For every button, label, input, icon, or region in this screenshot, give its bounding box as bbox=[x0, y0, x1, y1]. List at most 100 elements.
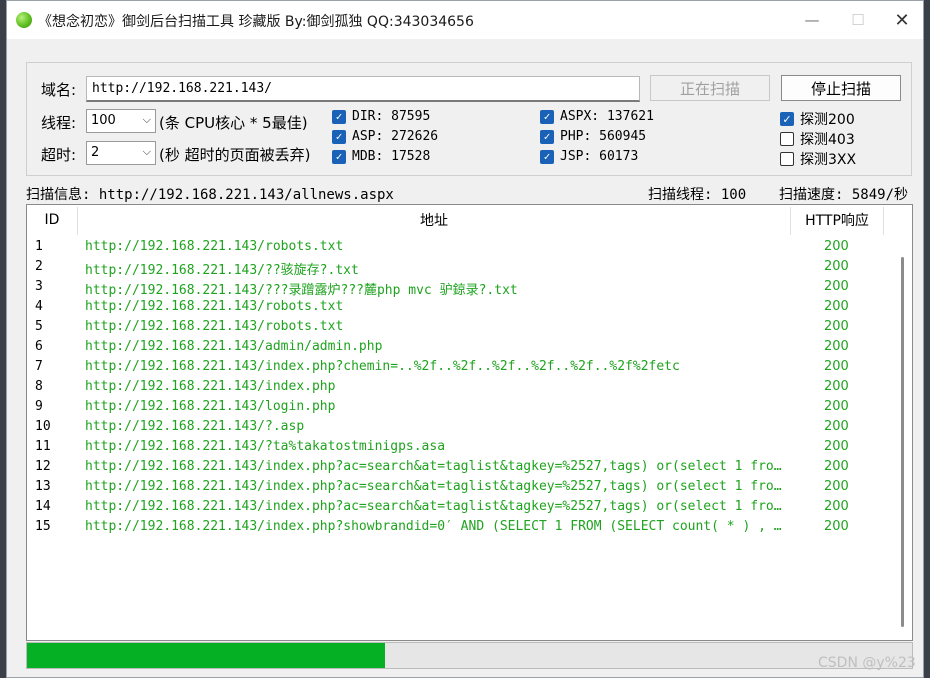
table-row[interactable]: 3 http://192.168.221.143/???录蹭露炉???麓php m… bbox=[27, 277, 897, 298]
row-id: 8 bbox=[35, 379, 43, 394]
threads-hint: (条 CPU核心 * 5最佳) bbox=[159, 114, 308, 132]
scan-button[interactable]: 正在扫描 bbox=[650, 75, 770, 101]
row-http-code: 200 bbox=[824, 359, 849, 374]
checkbox-icon: ✓ bbox=[540, 149, 554, 164]
stop-scan-button[interactable]: 停止扫描 bbox=[781, 75, 901, 101]
maximize-button[interactable]: ☐ bbox=[835, 1, 881, 39]
checkbox-icon: ✓ bbox=[332, 109, 346, 124]
dict-label: PHP: 560945 bbox=[560, 129, 647, 144]
row-http-code: 200 bbox=[824, 239, 849, 254]
chevron-down-icon: ⌵ bbox=[142, 113, 151, 126]
row-url: http://192.168.221.143/??骇旋存?.txt bbox=[85, 263, 359, 278]
scan-speed: 扫描速度: 5849/秒 bbox=[779, 187, 909, 203]
detect-checkbox-200[interactable]: ✓ 探测200 bbox=[780, 109, 855, 129]
dict-checkbox-mdb[interactable]: ✓ MDB: 17528 bbox=[332, 149, 430, 164]
row-id: 12 bbox=[35, 459, 51, 474]
row-http-code: 200 bbox=[824, 259, 849, 274]
detect-label: 探测3XX bbox=[800, 152, 857, 168]
row-url: http://192.168.221.143/index.php bbox=[85, 379, 336, 394]
table-row[interactable]: 1 http://192.168.221.143/robots.txt 200 bbox=[27, 237, 897, 257]
timeout-value: 2 bbox=[91, 145, 100, 160]
dict-label: JSP: 60173 bbox=[560, 149, 639, 164]
row-url: http://192.168.221.143/index.php?ac=sear… bbox=[85, 499, 785, 514]
scan-threads: 扫描线程: 100 bbox=[648, 187, 747, 203]
row-http-code: 200 bbox=[824, 439, 849, 454]
row-id: 2 bbox=[35, 259, 43, 274]
threads-select[interactable]: 100 ⌵ bbox=[86, 109, 156, 133]
row-http-code: 200 bbox=[824, 479, 849, 494]
row-url: http://192.168.221.143/?.asp bbox=[85, 419, 305, 434]
row-http-code: 200 bbox=[824, 339, 849, 354]
row-url: http://192.168.221.143/index.php?chemin=… bbox=[85, 359, 680, 374]
checkbox-icon: ✓ bbox=[332, 149, 346, 164]
row-id: 10 bbox=[35, 419, 51, 434]
progress-fill bbox=[27, 643, 386, 668]
dict-checkbox-aspx[interactable]: ✓ ASPX: 137621 bbox=[540, 109, 654, 124]
table-header: ID 地址 HTTP响应 bbox=[27, 205, 912, 235]
table-row[interactable]: 10 http://192.168.221.143/?.asp 200 bbox=[27, 417, 897, 437]
row-http-code: 200 bbox=[824, 399, 849, 414]
checkbox-icon bbox=[780, 152, 794, 166]
vertical-scrollbar[interactable] bbox=[893, 235, 911, 635]
timeout-label: 超时: bbox=[41, 146, 77, 164]
threads-label: 线程: bbox=[41, 114, 77, 132]
scan-progress-bar bbox=[26, 642, 913, 669]
row-http-code: 200 bbox=[824, 499, 849, 514]
app-window: 《想念初恋》御剑后台扫描工具 珍藏版 By:御剑孤独 QQ:343034656 … bbox=[6, 0, 924, 678]
table-row[interactable]: 8 http://192.168.221.143/index.php 200 bbox=[27, 377, 897, 397]
detect-checkbox-403[interactable]: 探测403 bbox=[780, 129, 855, 149]
table-row[interactable]: 13 http://192.168.221.143/index.php?ac=se… bbox=[27, 477, 897, 497]
detect-label: 探测403 bbox=[800, 132, 855, 148]
minimize-button[interactable]: — bbox=[789, 1, 835, 39]
row-url: http://192.168.221.143/index.php?showbra… bbox=[85, 519, 785, 534]
detect-label: 探测200 bbox=[800, 112, 855, 128]
table-row[interactable]: 4 http://192.168.221.143/robots.txt 200 bbox=[27, 297, 897, 317]
chevron-down-icon: ⌵ bbox=[142, 145, 151, 158]
table-row[interactable]: 15 http://192.168.221.143/index.php?showb… bbox=[27, 517, 897, 537]
table-row[interactable]: 12 http://192.168.221.143/index.php?ac=se… bbox=[27, 457, 897, 477]
checkbox-icon: ✓ bbox=[780, 112, 794, 126]
table-row[interactable]: 7 http://192.168.221.143/index.php?chemin… bbox=[27, 357, 897, 377]
row-id: 5 bbox=[35, 319, 43, 334]
row-id: 14 bbox=[35, 499, 51, 514]
row-http-code: 200 bbox=[824, 379, 849, 394]
column-header-id[interactable]: ID bbox=[27, 205, 77, 235]
row-url: http://192.168.221.143/index.php?ac=sear… bbox=[85, 459, 785, 474]
column-header-url[interactable]: 地址 bbox=[78, 205, 790, 235]
row-id: 7 bbox=[35, 359, 43, 374]
dict-checkbox-jsp[interactable]: ✓ JSP: 60173 bbox=[540, 149, 638, 164]
threads-value: 100 bbox=[91, 113, 116, 128]
dict-checkbox-php[interactable]: ✓ PHP: 560945 bbox=[540, 129, 646, 144]
scan-info: 扫描信息: http://192.168.221.143/allnews.asp… bbox=[26, 187, 394, 203]
dict-checkbox-asp[interactable]: ✓ ASP: 272626 bbox=[332, 129, 438, 144]
table-row[interactable]: 11 http://192.168.221.143/?ta%takatostmin… bbox=[27, 437, 897, 457]
domain-input[interactable]: http://192.168.221.143/ bbox=[86, 76, 640, 102]
dict-label: DIR: 87595 bbox=[352, 109, 431, 124]
row-url: http://192.168.221.143/???录蹭露炉???麓php mv… bbox=[85, 283, 518, 298]
title-bar[interactable]: 《想念初恋》御剑后台扫描工具 珍藏版 By:御剑孤独 QQ:343034656 … bbox=[7, 1, 923, 39]
row-url: http://192.168.221.143/robots.txt bbox=[85, 239, 344, 254]
row-http-code: 200 bbox=[824, 419, 849, 434]
row-id: 1 bbox=[35, 239, 43, 254]
dict-checkbox-dir[interactable]: ✓ DIR: 87595 bbox=[332, 109, 430, 124]
row-url: http://192.168.221.143/robots.txt bbox=[85, 319, 344, 334]
table-row[interactable]: 5 http://192.168.221.143/robots.txt 200 bbox=[27, 317, 897, 337]
row-http-code: 200 bbox=[824, 299, 849, 314]
timeout-select[interactable]: 2 ⌵ bbox=[86, 141, 156, 165]
window-title: 《想念初恋》御剑后台扫描工具 珍藏版 By:御剑孤独 QQ:343034656 bbox=[38, 14, 474, 30]
column-header-http[interactable]: HTTP响应 bbox=[791, 205, 883, 235]
detect-checkbox-3xx[interactable]: 探测3XX bbox=[780, 149, 856, 169]
table-row[interactable]: 2 http://192.168.221.143/??骇旋存?.txt 200 bbox=[27, 257, 897, 278]
row-id: 9 bbox=[35, 399, 43, 414]
close-button[interactable]: ✕ bbox=[879, 1, 925, 39]
row-url: http://192.168.221.143/admin/admin.php bbox=[85, 339, 383, 354]
column-divider[interactable] bbox=[883, 207, 884, 235]
timeout-hint: (秒 超时的页面被丢弃) bbox=[159, 146, 311, 164]
table-row[interactable]: 6 http://192.168.221.143/admin/admin.php 2… bbox=[27, 337, 897, 357]
results-table[interactable]: ID 地址 HTTP响应 1 http://192.168.221.143/rob… bbox=[26, 204, 913, 641]
row-id: 13 bbox=[35, 479, 51, 494]
table-row[interactable]: 9 http://192.168.221.143/login.php 200 bbox=[27, 397, 897, 417]
scroll-thumb[interactable] bbox=[901, 257, 904, 627]
table-row[interactable]: 14 http://192.168.221.143/index.php?ac=se… bbox=[27, 497, 897, 517]
row-id: 4 bbox=[35, 299, 43, 314]
